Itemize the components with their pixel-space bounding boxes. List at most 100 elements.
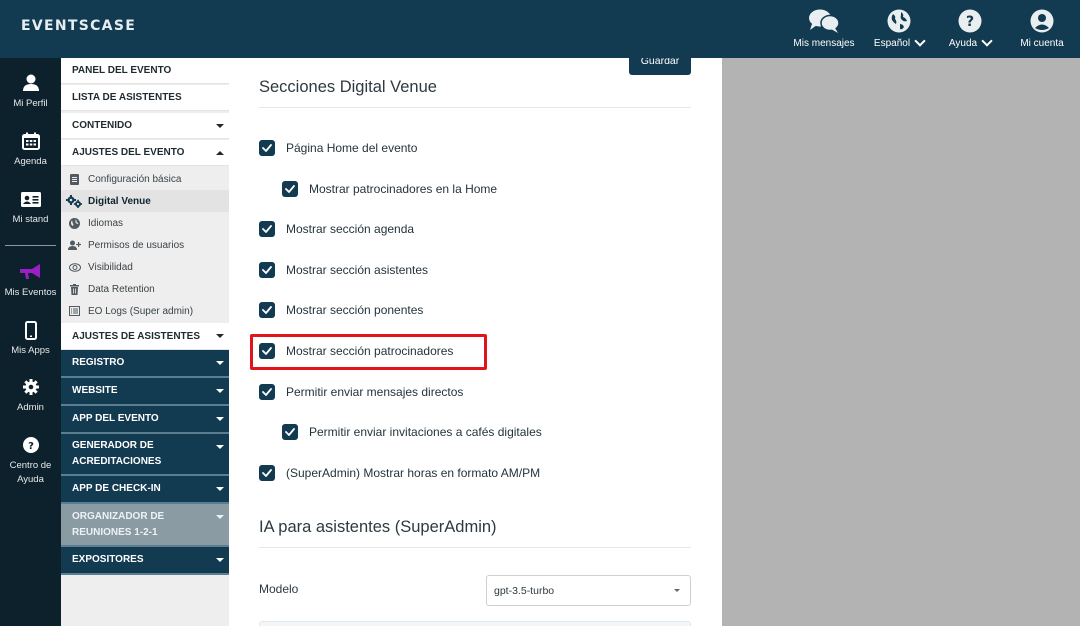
option-row[interactable]: Permitir enviar invitaciones a cafés dig…: [282, 424, 542, 440]
nav-sub-label: EO Logs (Super admin): [88, 305, 194, 317]
option-row[interactable]: Mostrar sección ponentes: [259, 302, 423, 318]
top-bar: EVENTSCASE Mis mensajes Español ? Ayuda …: [0, 0, 1080, 58]
nav-app-de-check-in[interactable]: APP DE CHECK-IN: [61, 476, 229, 504]
option-label: (SuperAdmin) Mostrar horas en formato AM…: [286, 466, 541, 480]
rail-item-mi-stand[interactable]: Mi stand: [0, 188, 61, 227]
nav-lista-de-asistentes[interactable]: LISTA DE ASISTENTES: [61, 85, 229, 111]
nav-registro[interactable]: REGISTRO: [61, 350, 229, 378]
nav-sub-label: Digital Venue: [88, 195, 151, 207]
caret-down-icon: [216, 487, 224, 491]
calendar-icon: [21, 130, 40, 152]
nav-sub-eo-logs[interactable]: EO Logs (Super admin): [61, 300, 229, 322]
rail-item-mi-perfil[interactable]: Mi Perfil: [0, 72, 61, 111]
option-label: Mostrar sección ponentes: [286, 303, 424, 317]
settings-panel: Guardar Secciones Digital Venue Página H…: [229, 58, 722, 626]
nav-sub-permisos-de-usuarios[interactable]: Permisos de usuarios: [61, 234, 229, 256]
nav-app-del-evento[interactable]: APP DEL EVENTO: [61, 406, 229, 434]
chat-bubbles-icon: [808, 8, 840, 34]
mobile-icon: [24, 319, 37, 341]
svg-text:?: ?: [966, 14, 974, 30]
nav-panel-del-evento[interactable]: PANEL DEL EVENTO: [61, 58, 229, 84]
checkbox[interactable]: [282, 181, 298, 197]
model-select[interactable]: gpt-3.5-turbo: [486, 575, 691, 606]
section-divider: [259, 547, 691, 548]
nav-label: CONTENIDO: [72, 120, 132, 131]
rail-item-label: Mis Apps: [11, 345, 50, 356]
checkbox[interactable]: [259, 302, 275, 318]
option-row[interactable]: Mostrar sección agenda: [259, 221, 414, 237]
top-nav-help-label: Ayuda: [948, 38, 978, 49]
nav-sub-configuracion-basica[interactable]: Configuración básica: [61, 168, 229, 190]
nav-sub-label: Data Retention: [88, 283, 155, 295]
nav-sub-label: Configuración básica: [88, 173, 182, 185]
checkbox[interactable]: [259, 262, 275, 278]
option-row[interactable]: Página Home del evento: [259, 140, 417, 156]
check-icon: [285, 428, 295, 436]
rail-item-admin[interactable]: Admin: [0, 376, 61, 415]
checkbox[interactable]: [259, 140, 275, 156]
checkbox[interactable]: [259, 221, 275, 237]
option-label: Mostrar sección asistentes: [286, 263, 429, 277]
nav-ajustes-de-asistentes[interactable]: AJUSTES DE ASISTENTES: [61, 323, 229, 350]
nav-website[interactable]: WEBSITE: [61, 378, 229, 406]
check-icon: [262, 469, 272, 477]
option-row[interactable]: Permitir enviar mensajes directos: [259, 384, 463, 400]
top-nav-messages-label: Mis mensajes: [793, 38, 855, 49]
nav-label: GENERADOR DE ACREDITACIONES: [72, 440, 162, 467]
nav-label: APP DEL EVENTO: [72, 413, 159, 424]
left-rail: Mi Perfil Agenda Mi stand Mis Eventos Mi…: [0, 58, 61, 626]
rail-item-label: Mi Perfil: [13, 98, 48, 109]
check-icon: [262, 388, 272, 396]
option-label: Página Home del evento: [286, 141, 418, 155]
nav-label: REGISTRO: [72, 357, 125, 368]
top-nav-account[interactable]: Mi cuenta: [1004, 0, 1080, 58]
nav-contenido[interactable]: CONTENIDO: [61, 113, 229, 139]
nav-label: AJUSTES DEL EVENTO: [72, 147, 185, 158]
rail-item-label: Centro de Ayuda: [9, 460, 52, 485]
nav-sub-digital-venue[interactable]: Digital Venue: [61, 190, 229, 212]
rail-item-centro-de-ayuda[interactable]: ? Centro de Ayuda: [0, 434, 61, 487]
option-label: Permitir enviar mensajes directos: [286, 385, 464, 399]
nav-sub-idiomas[interactable]: Idiomas: [61, 212, 229, 234]
checkbox[interactable]: [259, 465, 275, 481]
top-nav-help[interactable]: ? Ayuda: [936, 0, 1004, 58]
nav-label: ORGANIZADOR DE REUNIONES 1-2-1: [72, 510, 165, 538]
nav-sub-data-retention[interactable]: Data Retention: [61, 278, 229, 300]
nav-generador-de-acreditaciones[interactable]: GENERADOR DE ACREDITACIONES: [61, 434, 229, 476]
eventscase-logo[interactable]: EVENTSCASE: [21, 18, 136, 34]
rail-item-mis-eventos[interactable]: Mis Eventos: [0, 261, 61, 300]
megaphone-icon: [19, 261, 42, 283]
option-row[interactable]: Mostrar sección asistentes: [259, 262, 428, 278]
nav-sub-label: Idiomas: [88, 217, 124, 229]
model-label: Modelo: [259, 582, 299, 596]
section-divider: [259, 107, 691, 108]
highlight-annotation: [250, 334, 487, 370]
nav-expositores[interactable]: EXPOSITORES: [61, 547, 229, 575]
nav-sub-visibilidad[interactable]: Visibilidad: [61, 256, 229, 278]
save-button[interactable]: Guardar: [629, 58, 691, 75]
user-plus-icon: [61, 240, 83, 250]
caret-down-icon: [216, 558, 224, 562]
ia-settings-box: [259, 621, 691, 626]
rail-item-label: Mi stand: [12, 214, 49, 225]
nav-sub-label: Permisos de usuarios: [88, 239, 185, 251]
eye-icon: [61, 262, 83, 272]
nav-organizador-de-reuniones[interactable]: ORGANIZADOR DE REUNIONES 1-2-1: [61, 504, 229, 547]
check-icon: [285, 185, 295, 193]
trash-icon: [61, 283, 83, 295]
caret-down-icon: [216, 361, 224, 365]
user-icon: [22, 72, 39, 94]
top-nav-language[interactable]: Español: [862, 0, 936, 58]
nav-label: APP DE CHECK-IN: [72, 483, 161, 494]
top-nav-messages[interactable]: Mis mensajes: [786, 0, 862, 58]
nav-label: PANEL DEL EVENTO: [72, 65, 172, 76]
checkbox[interactable]: [259, 384, 275, 400]
rail-item-mis-apps[interactable]: Mis Apps: [0, 319, 61, 358]
rail-item-agenda[interactable]: Agenda: [0, 130, 61, 169]
checkbox[interactable]: [282, 424, 298, 440]
option-label: Mostrar patrocinadores en la Home: [309, 182, 498, 196]
nav-sub-label: Visibilidad: [88, 261, 133, 273]
option-row[interactable]: Mostrar patrocinadores en la Home: [282, 181, 497, 197]
option-row[interactable]: (SuperAdmin) Mostrar horas en formato AM…: [259, 465, 540, 481]
nav-ajustes-del-evento[interactable]: AJUSTES DEL EVENTO: [61, 140, 229, 166]
